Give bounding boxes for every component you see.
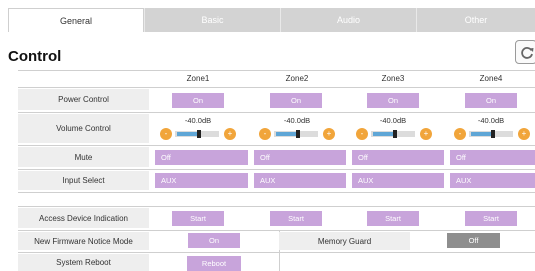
volume-slider-zone4[interactable]: [469, 130, 513, 138]
input-select-zone2[interactable]: AUX: [254, 173, 346, 188]
volume-down-button[interactable]: -: [454, 128, 466, 140]
memory-guard-label: Memory Guard: [279, 232, 410, 250]
volume-value-zone2: -40.0dB: [283, 116, 311, 125]
tab-audio[interactable]: Audio: [280, 8, 416, 32]
zone-header-2: Zone2: [285, 74, 309, 83]
reboot-button[interactable]: Reboot: [187, 256, 241, 271]
system-reboot-label: System Reboot: [18, 254, 149, 271]
volume-control-label: Volume Control: [18, 114, 149, 143]
volume-level-fill: [471, 132, 491, 136]
volume-level-fill: [373, 132, 393, 136]
divider: [18, 87, 535, 88]
divider: [18, 145, 535, 146]
volume-value-zone1: -40.0dB: [184, 116, 212, 125]
volume-down-button[interactable]: -: [259, 128, 271, 140]
refresh-icon: [521, 47, 534, 59]
memory-guard-toggle[interactable]: Off: [447, 233, 500, 248]
firmware-notice-toggle[interactable]: On: [188, 233, 240, 248]
input-select-label: Input Select: [18, 171, 149, 190]
mute-select-zone3[interactable]: Off: [352, 150, 444, 165]
tab-basic[interactable]: Basic: [144, 8, 280, 32]
volume-slider-handle[interactable]: [491, 130, 495, 138]
divider: [18, 192, 535, 193]
volume-level-fill: [177, 132, 197, 136]
page-title: Control: [8, 48, 62, 65]
volume-slider-handle[interactable]: [393, 130, 397, 138]
zone-header-1: Zone1: [186, 74, 210, 83]
power-button-zone3[interactable]: On: [367, 93, 419, 108]
volume-value-zone4: -40.0dB: [477, 116, 505, 125]
volume-slider-zone3[interactable]: [371, 130, 415, 138]
volume-slider-handle[interactable]: [296, 130, 300, 138]
access-start-button-zone4[interactable]: Start: [465, 211, 517, 226]
mute-select-zone4[interactable]: Off: [450, 150, 535, 165]
volume-down-button[interactable]: -: [160, 128, 172, 140]
volume-slider-zone2[interactable]: [274, 130, 318, 138]
divider: [18, 230, 535, 231]
divider: [18, 112, 535, 113]
input-select-zone4[interactable]: AUX: [450, 173, 535, 188]
firmware-notice-label: New Firmware Notice Mode: [18, 232, 149, 250]
volume-up-button[interactable]: +: [518, 128, 530, 140]
refresh-button[interactable]: [515, 40, 535, 64]
mute-select-zone1[interactable]: Off: [155, 150, 248, 165]
power-button-zone1[interactable]: On: [172, 93, 224, 108]
access-start-button-zone3[interactable]: Start: [367, 211, 419, 226]
power-button-zone4[interactable]: On: [465, 93, 517, 108]
volume-slider-zone1[interactable]: [175, 130, 219, 138]
volume-up-button[interactable]: +: [420, 128, 432, 140]
volume-up-button[interactable]: +: [224, 128, 236, 140]
input-select-zone3[interactable]: AUX: [352, 173, 444, 188]
divider: [18, 169, 535, 170]
volume-up-button[interactable]: +: [323, 128, 335, 140]
power-button-zone2[interactable]: On: [270, 93, 322, 108]
access-start-button-zone2[interactable]: Start: [270, 211, 322, 226]
tab-other[interactable]: Other: [416, 8, 535, 32]
access-device-label: Access Device Indication: [18, 208, 149, 228]
zone-header-3: Zone3: [381, 74, 405, 83]
volume-slider-handle[interactable]: [197, 130, 201, 138]
input-select-zone1[interactable]: AUX: [155, 173, 248, 188]
power-control-label: Power Control: [18, 89, 149, 110]
divider: [18, 206, 535, 207]
volume-down-button[interactable]: -: [356, 128, 368, 140]
divider: [18, 252, 535, 253]
volume-value-zone3: -40.0dB: [379, 116, 407, 125]
zone-header-4: Zone4: [479, 74, 503, 83]
mute-select-zone2[interactable]: Off: [254, 150, 346, 165]
volume-level-fill: [276, 132, 296, 136]
divider: [18, 70, 535, 71]
mute-label: Mute: [18, 147, 149, 167]
tab-bar: General Basic Audio Other: [8, 8, 535, 32]
tab-general[interactable]: General: [8, 8, 144, 32]
access-start-button-zone1[interactable]: Start: [172, 211, 224, 226]
